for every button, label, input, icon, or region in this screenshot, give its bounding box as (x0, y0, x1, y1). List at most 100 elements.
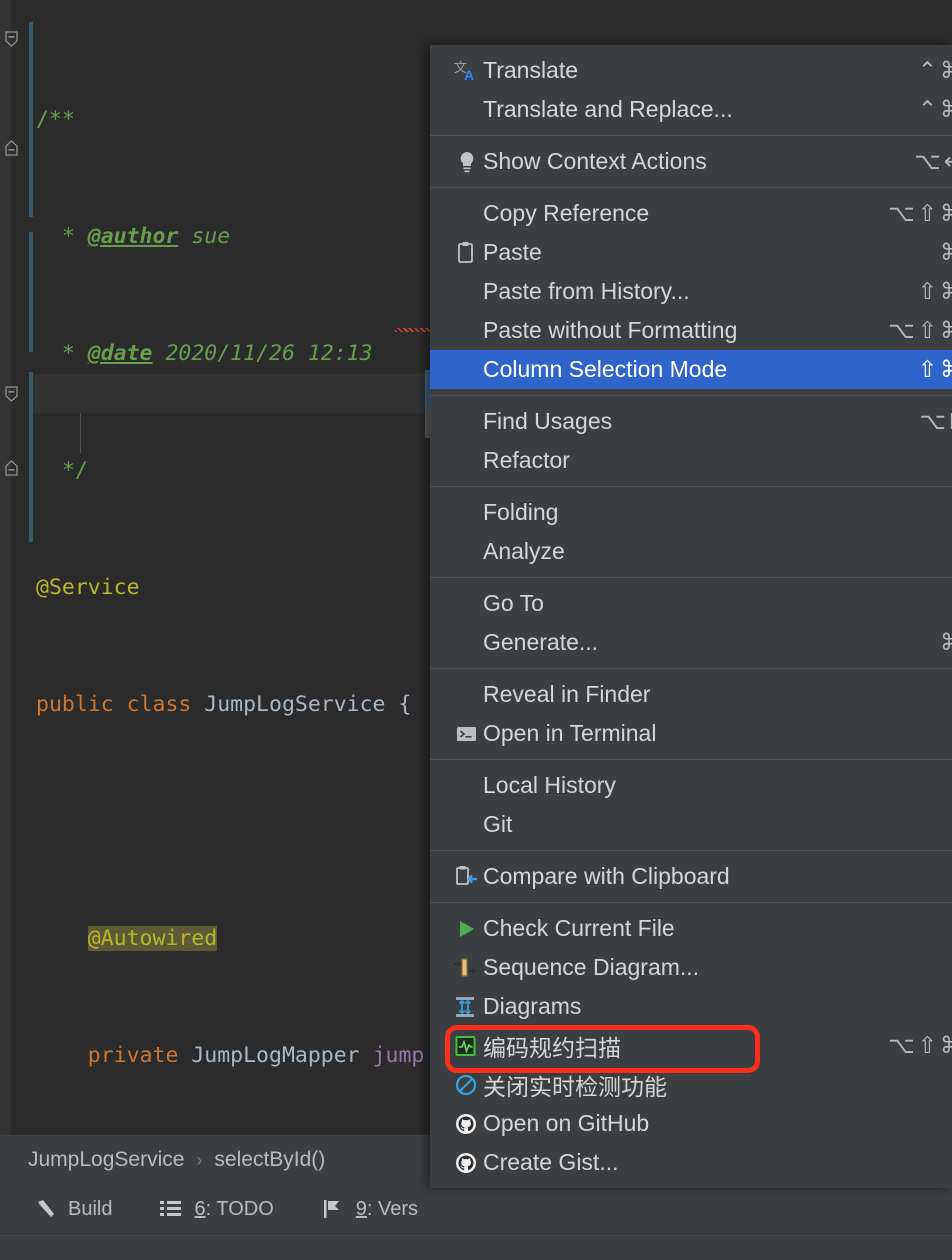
code-token: sue (178, 224, 231, 249)
menu-item-disable-realtime-detect[interactable]: 关闭实时检测功能 (430, 1065, 952, 1104)
no-icon (454, 682, 483, 708)
menu-item-label: 编码规约扫描 (483, 1035, 621, 1062)
breadcrumb-method[interactable]: selectById() (214, 1148, 325, 1172)
menu-item-label: Show Context Actions (483, 148, 707, 174)
menu-group-translate: 文 A Translate ⌃⌘ Translate and Replace..… (430, 45, 952, 135)
menu-group-clipboard: Copy Reference ⌥⇧⌘ Paste ⌘ Paste from Hi… (430, 188, 952, 395)
vcs-change-marker (29, 232, 33, 352)
no-icon (454, 812, 483, 838)
menu-item-label: Copy Reference (483, 200, 650, 226)
branch-icon (322, 1198, 346, 1220)
menu-item-label: Go To (483, 590, 544, 616)
disable-icon (454, 1072, 483, 1098)
menu-item-label: Find Usages (483, 408, 613, 434)
code-text[interactable]: /** * @author sue * @date 2020/11/26 12:… (36, 22, 436, 1260)
menu-item-generate[interactable]: Generate... ⌘ (430, 623, 952, 662)
code-token: @date (87, 341, 153, 366)
code-token: @Service (36, 575, 140, 600)
code-token: /** (36, 107, 75, 132)
menu-item-label: 关闭实时检测功能 (483, 1074, 667, 1101)
menu-item-shortcut: ⌘ (940, 623, 952, 662)
no-icon (454, 357, 483, 383)
menu-item-check-current-file[interactable]: Check Current File (430, 909, 952, 948)
compare-icon (454, 864, 483, 890)
menu-item-create-gist[interactable]: Create Gist... (430, 1143, 952, 1182)
github-icon (454, 1150, 483, 1176)
menu-item-label: Local History (483, 772, 616, 798)
menu-item-go-to[interactable]: Go To (430, 584, 952, 623)
menu-item-paste[interactable]: Paste ⌘ (430, 233, 952, 272)
menu-item-column-selection-mode[interactable]: Column Selection Mode ⇧⌘ (430, 350, 952, 389)
menu-item-copy-reference[interactable]: Copy Reference ⌥⇧⌘ (430, 194, 952, 233)
context-menu[interactable]: 文 A Translate ⌃⌘ Translate and Replace..… (430, 45, 952, 1188)
menu-group-goto: Go To Generate... ⌘ (430, 578, 952, 668)
menu-item-diagrams[interactable]: Diagrams (430, 987, 952, 1026)
menu-item-open-on-github[interactable]: Open on GitHub (430, 1104, 952, 1143)
code-token: 2020/11/26 12:13 (152, 341, 373, 366)
menu-item-shortcut: ⌥⇧⌘ (888, 317, 952, 343)
menu-item-shortcut: ⇧⌘ (917, 356, 952, 382)
menu-item-compare-with-clipboard[interactable]: Compare with Clipboard (430, 857, 952, 896)
code-token: private (87, 1043, 179, 1068)
menu-item-label: Open on GitHub (483, 1110, 650, 1136)
code-token: * (36, 341, 88, 366)
menu-item-paste-from-history[interactable]: Paste from History... ⇧⌘ (430, 272, 952, 311)
fold-end-icon[interactable] (3, 460, 20, 477)
ide-window: /** * @author sue * @date 2020/11/26 12:… (0, 0, 952, 1260)
menu-item-local-history[interactable]: Local History (430, 766, 952, 805)
menu-item-show-context-actions[interactable]: Show Context Actions ⌥↩ (430, 142, 952, 181)
breadcrumb-separator: › (196, 1149, 203, 1170)
status-shortcut-number: 6 (194, 1197, 206, 1220)
menu-item-refactor[interactable]: Refactor (430, 441, 952, 480)
menu-item-shortcut: ⌥↩ (914, 148, 952, 174)
status-bar: Build 6: TODO 9: Vers (0, 1185, 952, 1233)
fold-collapse-icon[interactable] (3, 386, 20, 403)
menu-group-reveal: Reveal in Finder Open in Terminal (430, 669, 952, 759)
menu-item-sequence-diagram[interactable]: Sequence Diagram... (430, 948, 952, 987)
code-token: @Autowired (87, 926, 218, 951)
menu-item-label: Analyze (483, 538, 565, 564)
status-item-todo[interactable]: 6: TODO (160, 1197, 274, 1221)
status-label: : Vers (366, 1197, 419, 1220)
editor-annotation-gutter (11, 0, 38, 1135)
code-line: * @date 2020/11/26 12:13 (36, 334, 436, 373)
menu-item-paste-without-formatting[interactable]: Paste without Formatting ⌥⇧⌘ (430, 311, 952, 350)
menu-item-reveal-in-finder[interactable]: Reveal in Finder (430, 675, 952, 714)
fold-collapse-icon[interactable] (3, 31, 20, 48)
clipboard-icon (454, 240, 483, 266)
status-item-build[interactable]: Build (34, 1198, 112, 1221)
menu-item-label: Paste (483, 239, 542, 265)
editor-gutter (0, 0, 11, 1135)
menu-item-shortcut: ⌃⌘ (917, 57, 952, 83)
breadcrumb-class[interactable]: JumpLogService (28, 1148, 184, 1172)
menu-item-translate[interactable]: 文 A Translate ⌃⌘ (430, 51, 952, 90)
status-item-version-control[interactable]: 9: Vers (322, 1198, 418, 1221)
menu-item-translate-and-replace[interactable]: Translate and Replace... ⌃⌘ (430, 90, 952, 129)
menu-group-find: Find Usages ⌥F Refactor (430, 396, 952, 486)
menu-item-folding[interactable]: Folding (430, 493, 952, 532)
menu-item-shortcut: ⌥⇧⌘ (888, 1032, 952, 1058)
menu-item-open-in-terminal[interactable]: Open in Terminal (430, 714, 952, 753)
menu-item-analyze[interactable]: Analyze (430, 532, 952, 571)
menu-item-shortcut: ⇧⌘ (917, 278, 952, 304)
menu-item-git[interactable]: Git (430, 805, 952, 844)
fold-end-icon[interactable] (3, 140, 20, 157)
menu-item-find-usages[interactable]: Find Usages ⌥F (430, 402, 952, 441)
no-icon (454, 448, 483, 474)
menu-item-label: Git (483, 811, 513, 837)
diagrams-icon (454, 994, 483, 1020)
menu-item-shortcut: ⌥F (919, 408, 952, 434)
github-icon (454, 1111, 483, 1137)
no-icon (454, 500, 483, 526)
no-icon (454, 773, 483, 799)
scan-icon (454, 1033, 483, 1059)
menu-item-shortcut: ⌥⇧⌘ (888, 200, 952, 226)
menu-item-label: Translate and Replace... (483, 96, 733, 122)
status-label: : TODO (205, 1197, 274, 1220)
code-token: jump (372, 1043, 425, 1068)
menu-group-compare: Compare with Clipboard (430, 851, 952, 902)
menu-item-shortcut: ⌃⌘ (917, 96, 952, 122)
code-line: /** (36, 100, 436, 139)
terminal-icon (454, 721, 483, 747)
menu-item-coding-scan[interactable]: 编码规约扫描 ⌥⇧⌘ (430, 1026, 952, 1065)
